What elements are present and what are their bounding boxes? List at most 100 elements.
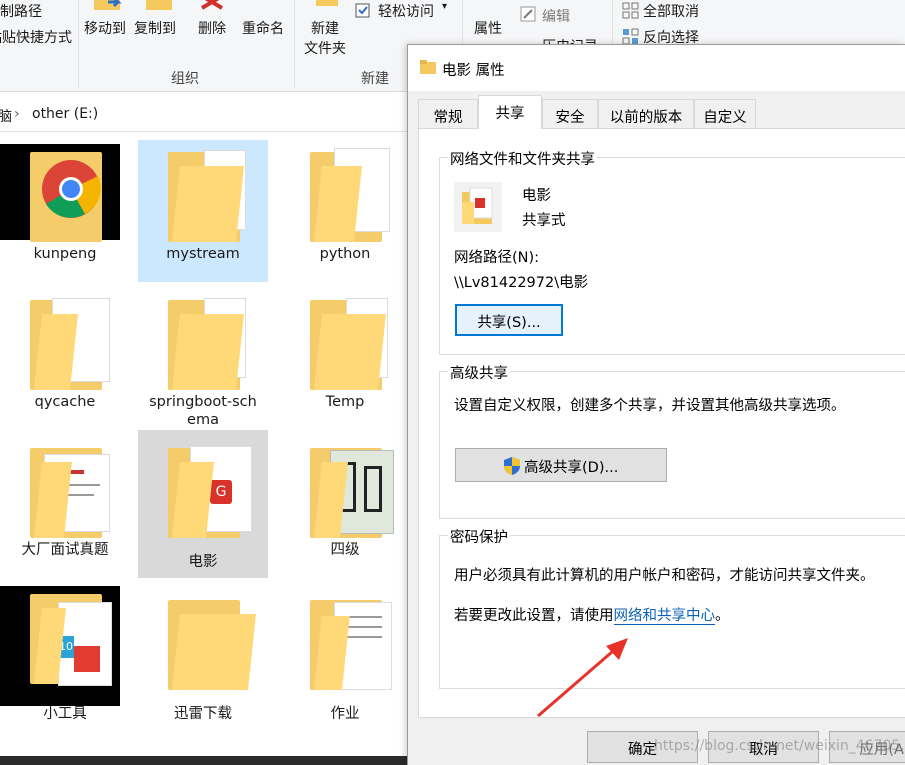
folder-label: 迅雷下载: [174, 706, 232, 722]
network-sharing-legend: 网络文件和文件夹共享: [448, 148, 597, 169]
folder-label: 作业: [330, 706, 360, 722]
folder-thumbnail: [294, 292, 398, 390]
uac-shield-icon: [504, 457, 520, 475]
move-to-button[interactable]: 移动到: [84, 18, 126, 38]
tab-previous-versions[interactable]: 以前的版本: [598, 99, 694, 129]
shared-folder-icon: [454, 182, 502, 232]
network-sharing-group: 网络文件和文件夹共享 电影 共享式 网络路径(N): \\Lv81422972\…: [439, 148, 905, 355]
folder-label: springboot-sch: [149, 394, 257, 410]
folder-label: mystream: [166, 246, 240, 262]
folder-item[interactable]: qycache: [0, 288, 130, 430]
organize-group-label: 组织: [171, 71, 199, 87]
folder-item[interactable]: mystream: [138, 140, 268, 282]
advanced-sharing-button-label: 高级共享(D)...: [524, 460, 619, 476]
copy-path-button[interactable]: 制路径: [0, 1, 42, 21]
tab-customize[interactable]: 自定义: [694, 99, 756, 129]
password-change-prefix: 若要更改此设置，请使用: [454, 608, 614, 624]
folder-thumbnail: [152, 586, 256, 690]
folder-label: 小工具: [43, 706, 87, 722]
thumbnail-strip: [0, 756, 410, 765]
folder-label: 四级: [330, 542, 360, 558]
tab-sharing[interactable]: 共享: [478, 95, 542, 129]
folder-icon: [420, 60, 436, 74]
dialog-titlebar[interactable]: 电影 属性: [408, 45, 905, 91]
watermark-text: https://blog.csdn.net/weixin_46705...: [654, 738, 905, 754]
folder-thumbnail: G: [152, 440, 256, 538]
rename-button[interactable]: 重命名: [242, 18, 284, 38]
folder-label: Temp: [325, 394, 365, 410]
folder-item[interactable]: 作业: [280, 582, 410, 724]
folder-item[interactable]: G 电影: [138, 430, 268, 578]
advanced-sharing-legend: 高级共享: [448, 362, 510, 383]
properties-dialog: 电影 属性 常规 共享 安全 以前的版本 自定义 网络文件和文件夹共享 电影 共…: [407, 44, 905, 765]
select-none-button[interactable]: 全部取消: [643, 1, 699, 21]
folder-thumbnail: [14, 292, 118, 390]
password-change-suffix: 。: [715, 608, 730, 624]
new-group-label: 新建: [361, 71, 389, 87]
delete-icon: [200, 0, 224, 10]
copy-to-button[interactable]: 复制到: [134, 18, 176, 38]
folder-item[interactable]: 10 小工具: [0, 582, 130, 724]
folder-label: 电影: [188, 554, 218, 570]
dialog-title: 电影 属性: [442, 63, 505, 79]
breadcrumb-prev[interactable]: 脑: [0, 106, 12, 126]
folder-thumbnail: [0, 144, 120, 242]
chrome-icon: [42, 160, 101, 218]
folder-label: 大厂面试真题: [21, 542, 109, 558]
edit-button[interactable]: 编辑: [542, 6, 570, 26]
share-button[interactable]: 共享(S)...: [455, 304, 563, 336]
new-folder-icon: [316, 0, 338, 6]
chevron-down-icon[interactable]: ▾: [442, 1, 447, 12]
tab-security[interactable]: 安全: [542, 99, 598, 129]
ribbon-divider: [78, 0, 79, 88]
chevron-right-icon: ›: [14, 106, 20, 122]
advanced-sharing-description: 设置自定义权限，创建多个共享，并设置其他高级共享选项。: [454, 398, 846, 414]
folder-item[interactable]: 四级: [280, 436, 410, 578]
easy-access-button[interactable]: 轻松访问: [378, 1, 434, 21]
folder-label: kunpeng: [33, 246, 97, 262]
folder-label-line2: ema: [187, 412, 219, 428]
folder-thumbnail: [294, 144, 398, 242]
network-sharing-center-link[interactable]: 网络和共享中心: [613, 608, 715, 625]
folder-label: python: [319, 246, 371, 262]
folder-thumbnail: [14, 440, 118, 538]
folder-item[interactable]: 迅雷下载: [138, 582, 268, 724]
password-change-text: 若要更改此设置，请使用网络和共享中心。: [454, 604, 730, 625]
network-path-value: \\Lv81422972\电影: [454, 275, 589, 291]
copy-to-icon: [146, 0, 172, 10]
properties-button[interactable]: 属性: [474, 18, 502, 38]
file-grid: kunpeng mystream python qycache springbo…: [0, 136, 410, 756]
folder-thumbnail: 10: [0, 586, 120, 706]
new-folder-button-line2[interactable]: 文件夹: [304, 38, 346, 58]
network-path-label: 网络路径(N):: [454, 250, 540, 266]
paste-shortcut-button[interactable]: 粘贴快捷方式: [0, 27, 72, 47]
advanced-sharing-group: 高级共享 设置自定义权限，创建多个共享，并设置其他高级共享选项。 高级共享(D)…: [439, 362, 905, 519]
folder-item[interactable]: 大厂面试真题: [0, 436, 130, 578]
ribbon-divider: [294, 0, 295, 88]
address-bar[interactable]: 脑 › other (E:): [0, 96, 410, 132]
folder-thumbnail: [294, 440, 398, 538]
easy-access-icon: [355, 3, 370, 18]
folder-item[interactable]: kunpeng: [0, 140, 130, 282]
select-none-icon: [622, 2, 639, 19]
edit-icon: [520, 6, 536, 22]
folder-item[interactable]: python: [280, 140, 410, 282]
tab-general[interactable]: 常规: [418, 99, 478, 129]
new-folder-button[interactable]: 新建: [311, 18, 339, 38]
folder-item[interactable]: springboot-sch ema: [138, 288, 268, 432]
delete-button[interactable]: 删除: [198, 18, 226, 38]
breadcrumb-current[interactable]: other (E:): [32, 106, 98, 122]
share-state: 共享式: [522, 213, 566, 229]
folder-item[interactable]: Temp: [280, 288, 410, 430]
advanced-sharing-button[interactable]: 高级共享(D)...: [455, 448, 667, 482]
shared-folder-name: 电影: [522, 188, 551, 204]
folder-thumbnail: [152, 144, 256, 242]
password-protection-group: 密码保护 用户必须具有此计算机的用户帐户和密码，才能访问共享文件夹。 若要更改此…: [439, 526, 905, 689]
sharing-panel: 网络文件和文件夹共享 电影 共享式 网络路径(N): \\Lv81422972\…: [418, 128, 905, 718]
folder-thumbnail: [152, 292, 256, 390]
move-to-icon: [94, 0, 122, 10]
folder-label: qycache: [34, 394, 96, 410]
folder-thumbnail: [294, 586, 398, 690]
share-button-label: 共享(S)...: [477, 315, 541, 331]
password-protection-legend: 密码保护: [448, 526, 510, 547]
